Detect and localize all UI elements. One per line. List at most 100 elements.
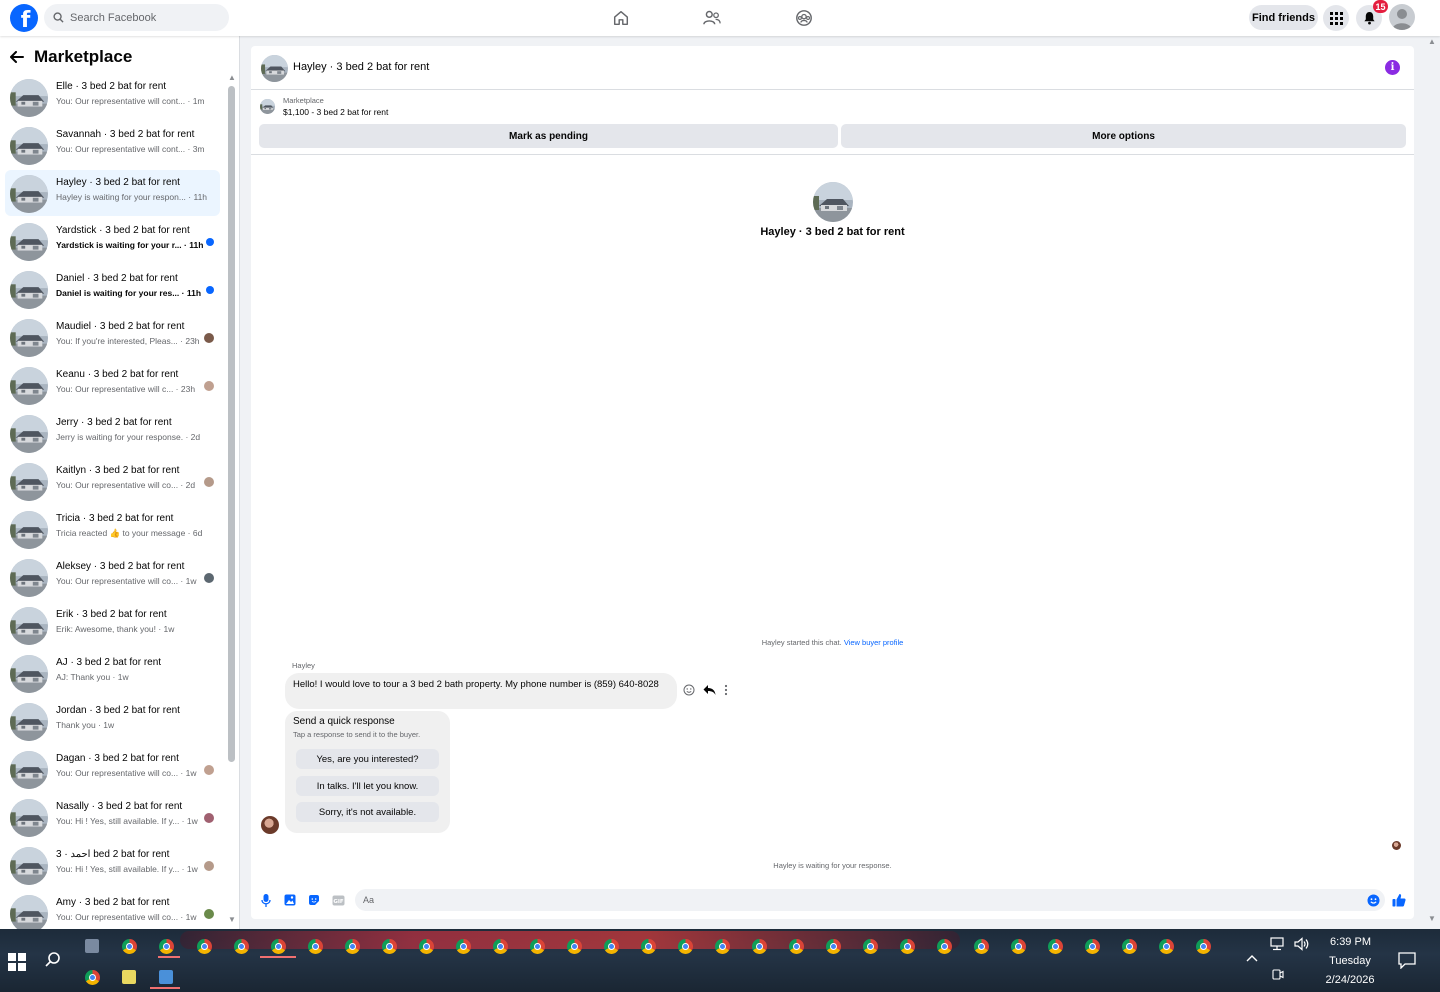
message-bubble[interactable]: Hello! I would love to tour a 3 bed 2 ba… [285, 673, 677, 709]
chrome-taskbar-icon[interactable] [789, 939, 804, 954]
conversation-item[interactable]: Kaitlyn · 3 bed 2 bat for rent You: Our r… [5, 458, 220, 504]
chrome-taskbar-icon[interactable] [345, 939, 360, 954]
mark-as-pending-button[interactable]: Mark as pending [259, 124, 838, 148]
chrome-taskbar-icon[interactable] [1196, 939, 1211, 954]
network-icon[interactable] [1270, 937, 1286, 954]
home-icon[interactable] [609, 6, 633, 30]
chrome-taskbar-icon[interactable] [197, 939, 212, 954]
chrome-taskbar-icon[interactable] [530, 939, 545, 954]
info-icon[interactable]: i [1385, 60, 1400, 75]
conversation-item[interactable]: Savannah · 3 bed 2 bat for rent You: Our … [5, 122, 220, 168]
sticker-icon[interactable] [307, 893, 321, 907]
chrome-taskbar-icon[interactable] [493, 939, 508, 954]
facebook-logo[interactable]: f [10, 4, 38, 33]
chat-header-thumbnail[interactable] [261, 55, 288, 82]
windows-start-icon[interactable] [8, 953, 26, 971]
chrome-taskbar-icon[interactable] [752, 939, 767, 954]
sidebar-scrollbar[interactable] [228, 86, 235, 762]
view-buyer-profile-link[interactable]: View buyer profile [844, 638, 903, 647]
buyer-avatar-large[interactable] [813, 182, 853, 222]
chrome-taskbar-icon[interactable] [604, 939, 619, 954]
chat-title[interactable]: Hayley · 3 bed 2 bat for rent [293, 61, 429, 73]
quick-response-not-available[interactable]: Sorry, it's not available. [296, 802, 439, 822]
notepad-taskbar-icon[interactable] [122, 970, 136, 984]
chrome-taskbar-icon[interactable] [271, 939, 286, 954]
chrome-taskbar-icon[interactable] [234, 939, 249, 954]
conversation-item[interactable]: Daniel · 3 bed 2 bat for rent Daniel is w… [5, 266, 220, 312]
chrome-taskbar-icon[interactable] [1011, 939, 1026, 954]
thumbs-up-icon[interactable] [1392, 893, 1406, 907]
conversation-item[interactable]: Tricia · 3 bed 2 bat for rent Tricia reac… [5, 506, 220, 552]
conversation-item[interactable]: Erik · 3 bed 2 bat for rent Erik: Awesome… [5, 602, 220, 648]
conversation-item[interactable]: Jordan · 3 bed 2 bat for rent Thank you ·… [5, 698, 220, 744]
scroll-down-arrow-icon[interactable]: ▼ [228, 915, 236, 924]
conversation-item[interactable]: Hayley · 3 bed 2 bat for rent Hayley is w… [5, 170, 220, 216]
chrome-taskbar-icon[interactable] [826, 939, 841, 954]
menu-grid-icon[interactable] [1323, 5, 1349, 31]
volume-icon[interactable] [1294, 937, 1310, 954]
chrome-taskbar-icon[interactable] [567, 939, 582, 954]
clock-time[interactable]: 6:39 PM [1328, 936, 1373, 948]
app-taskbar-icon[interactable] [85, 939, 99, 953]
chrome-taskbar-icon[interactable] [159, 939, 174, 954]
clock-date[interactable]: 2/24/2026 [1316, 974, 1384, 986]
conversation-item[interactable]: Elle · 3 bed 2 bat for rent You: Our repr… [5, 74, 220, 120]
profile-avatar[interactable] [1389, 4, 1415, 30]
groups-icon[interactable] [792, 6, 816, 30]
chrome-taskbar-icon[interactable] [382, 939, 397, 954]
taskbar-search-icon[interactable] [44, 951, 64, 971]
chrome-taskbar-icon[interactable] [863, 939, 878, 954]
friends-icon[interactable] [700, 6, 724, 30]
chrome-taskbar-icon[interactable] [1122, 939, 1137, 954]
notification-center-icon[interactable] [1398, 952, 1416, 972]
conversation-item[interactable]: احمد · 3 bed 2 bat for rent You: Hi ! Yes… [5, 842, 220, 888]
chrome-taskbar-icon[interactable] [85, 970, 100, 985]
back-arrow-icon[interactable] [10, 51, 24, 63]
clock-day[interactable]: Tuesday [1322, 955, 1378, 967]
chrome-taskbar-icon[interactable] [456, 939, 471, 954]
chrome-taskbar-icon[interactable] [900, 939, 915, 954]
conversation-item[interactable]: Nasally · 3 bed 2 bat for rent You: Hi ! … [5, 794, 220, 840]
chrome-taskbar-icon[interactable] [715, 939, 730, 954]
page-scroll-down-arrow-icon[interactable]: ▼ [1428, 914, 1436, 923]
conversation-item[interactable]: Keanu · 3 bed 2 bat for rent You: Our rep… [5, 362, 220, 408]
show-hidden-icons-chevron-icon[interactable] [1246, 953, 1258, 965]
chrome-taskbar-icon[interactable] [122, 939, 137, 954]
conversation-item[interactable]: Amy · 3 bed 2 bat for rent You: Our repre… [5, 890, 220, 929]
conversation-item[interactable]: Aleksey · 3 bed 2 bat for rent You: Our r… [5, 554, 220, 600]
conversation-item[interactable]: Jerry · 3 bed 2 bat for rent Jerry is wai… [5, 410, 220, 456]
chrome-taskbar-icon[interactable] [1048, 939, 1063, 954]
chrome-taskbar-icon[interactable] [937, 939, 952, 954]
conversation-item[interactable]: AJ · 3 bed 2 bat for rent AJ: Thank you ·… [5, 650, 220, 696]
search-input[interactable] [70, 11, 210, 24]
quick-response-in-talks[interactable]: In talks. I'll let you know. [296, 776, 439, 796]
more-options-button[interactable]: More options [841, 124, 1406, 148]
app-taskbar-icon[interactable] [159, 970, 173, 984]
search-box[interactable] [44, 4, 229, 31]
gif-icon[interactable]: GIF [331, 893, 345, 907]
microphone-icon[interactable] [259, 893, 273, 907]
chrome-taskbar-icon[interactable] [678, 939, 693, 954]
sender-avatar[interactable] [261, 816, 279, 834]
more-vertical-icon[interactable] [724, 684, 728, 696]
find-friends-button[interactable]: Find friends [1249, 5, 1318, 30]
photo-icon[interactable] [283, 893, 297, 907]
chrome-taskbar-icon[interactable] [974, 939, 989, 954]
conversation-item[interactable]: Maudiel · 3 bed 2 bat for rent You: If yo… [5, 314, 220, 360]
chrome-taskbar-icon[interactable] [308, 939, 323, 954]
emoji-icon[interactable] [1366, 893, 1380, 907]
listing-title[interactable]: $1,100 - 3 bed 2 bat for rent [283, 107, 388, 117]
reply-arrow-icon[interactable] [703, 684, 716, 696]
react-smiley-icon[interactable] [683, 684, 695, 696]
chrome-taskbar-icon[interactable] [419, 939, 434, 954]
message-input[interactable] [355, 889, 1385, 911]
chrome-taskbar-icon[interactable] [641, 939, 656, 954]
chrome-taskbar-icon[interactable] [1159, 939, 1174, 954]
quick-response-interested[interactable]: Yes, are you interested? [296, 749, 439, 769]
chrome-taskbar-icon[interactable] [1085, 939, 1100, 954]
scroll-up-arrow-icon[interactable]: ▲ [228, 73, 236, 82]
page-scroll-up-arrow-icon[interactable]: ▲ [1428, 37, 1436, 46]
conversation-item[interactable]: Dagan · 3 bed 2 bat for rent You: Our rep… [5, 746, 220, 792]
meet-now-icon[interactable] [1272, 969, 1284, 985]
conversation-item[interactable]: Yardstick · 3 bed 2 bat for rent Yardstic… [5, 218, 220, 264]
